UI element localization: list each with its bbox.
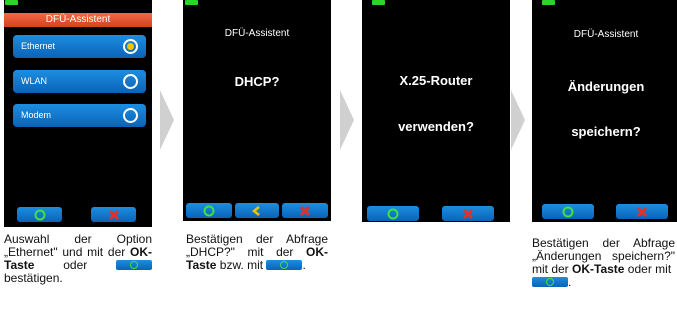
screen-3: X.25-Router verwenden? [362,0,510,222]
led-active [185,0,198,5]
ok-key-icon [532,277,568,287]
screen-4: DFÜ-Assistent Änderungen speichern? [532,0,677,222]
caption-step-2: Bestätigen der Abfrage „DHCP?" mit der O… [186,232,328,272]
question-line-2: speichern? [571,124,641,139]
caption-step-4: Bestätigen der Abfrage „Änderungen speic… [532,236,675,289]
ok-button[interactable] [17,207,62,222]
ok-key-icon [115,260,152,270]
ok-icon [387,208,399,219]
ok-key-icon [266,260,303,270]
radio-empty-icon [123,108,138,123]
question-text: DHCP? [234,74,280,89]
back-arrow-icon [252,205,260,216]
ok-button[interactable] [542,204,594,219]
back-button[interactable] [235,203,279,218]
option-modem[interactable]: Modem [13,104,146,127]
question-line-1: Änderungen [567,79,645,94]
option-wlan[interactable]: WLAN [13,70,146,93]
cancel-button[interactable] [282,203,328,218]
led-row [183,0,331,6]
option-label: Ethernet [21,41,56,51]
led-row [532,0,677,6]
screen-2: DFÜ-Assistent DHCP? [183,0,331,221]
cancel-button[interactable] [91,207,136,222]
led-active [372,0,385,5]
radio-selected-icon [123,39,138,54]
led-row [4,0,152,6]
question-line-2: verwenden? [398,119,474,134]
caption-step-1: Auswahl der Option „Ethernet" und mit de… [4,232,152,285]
screen-title: DFÜ-Assistent [224,28,290,39]
option-label: Modem [21,110,52,120]
step-arrow-icon [340,90,354,150]
led-active [5,0,18,5]
step-arrow-icon [160,90,174,150]
cancel-icon [462,208,474,219]
led-row [362,0,510,6]
ok-icon [562,206,574,217]
question-line-1: X.25-Router [399,73,473,88]
cancel-icon [299,205,311,216]
cancel-icon [108,209,119,220]
option-label: WLAN [21,76,48,86]
cancel-icon [636,206,648,217]
step-arrow-icon [511,90,525,150]
screen-title: DFÜ-Assistent [573,29,639,40]
ok-button[interactable] [186,203,232,218]
ok-button[interactable] [367,206,419,221]
led-active [542,0,555,5]
option-ethernet[interactable]: Ethernet [13,35,146,58]
radio-empty-icon [123,74,138,89]
cancel-button[interactable] [442,206,494,221]
cancel-button[interactable] [616,204,668,219]
ok-icon [203,205,215,216]
ok-icon [34,209,45,220]
dfu-header: DFÜ-Assistent [4,13,152,27]
screen-1: DFÜ-Assistent Ethernet WLAN Modem [4,0,152,227]
